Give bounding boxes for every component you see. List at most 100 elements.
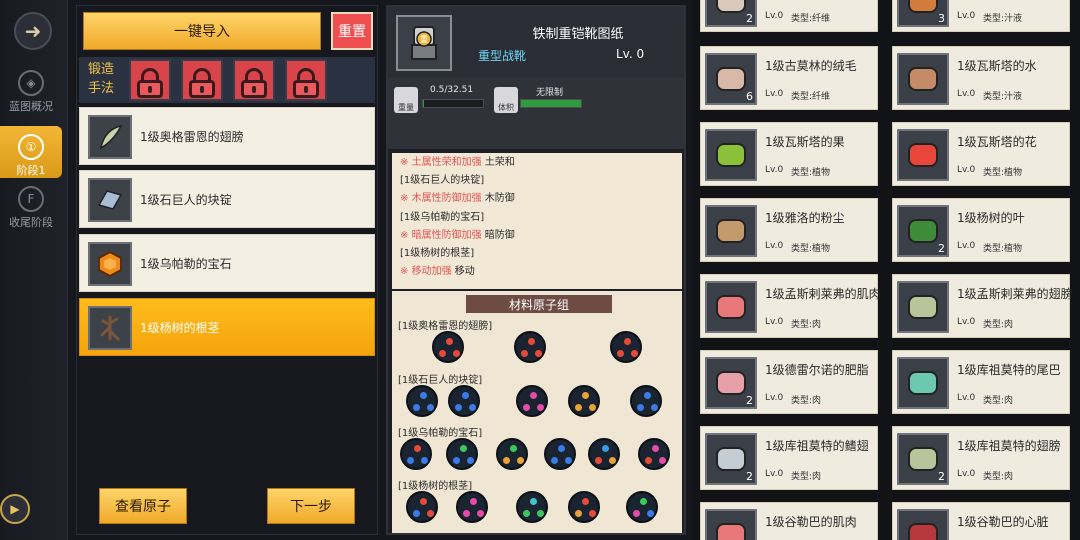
atom-icon[interactable] bbox=[496, 438, 528, 470]
atom-icon[interactable] bbox=[630, 385, 662, 417]
lock-icon[interactable] bbox=[181, 59, 223, 101]
inventory-card[interactable]: 2 1级德雷尔诺的肥脂 Lv.0 类型:肉 bbox=[700, 350, 878, 414]
inventory-card[interactable]: 2 Lv.0 类型:纤维 bbox=[700, 0, 878, 32]
inventory-grid: 2 Lv.0 类型:纤维 3 Lv.0 类型:汁液 6 1级古莫林的绒毛 Lv.0 类型:纤维 1级… bbox=[692, 0, 1080, 540]
effects-list: ※ 土属性荣和加强 土荣和 [1级石巨人的块锭] ※ 木属性防御加强 木防御 [… bbox=[392, 153, 682, 289]
inventory-card[interactable]: 2 1级库祖莫特的翅膀 Lv.0 类型:肉 bbox=[892, 426, 1070, 490]
inventory-card[interactable]: 1级孟斯剌莱弗的翅膀 Lv.0 类型:肉 bbox=[892, 274, 1073, 338]
fin-icon: 2 bbox=[705, 433, 757, 485]
atom-icon[interactable] bbox=[446, 438, 478, 470]
reset-button[interactable]: 重置 bbox=[331, 12, 373, 50]
effect-group-title: [1级杨树的根茎] bbox=[400, 248, 475, 259]
inventory-card[interactable]: 1级瓦斯塔的花 Lv.0 类型:植物 bbox=[892, 122, 1070, 186]
meat-icon bbox=[705, 281, 757, 333]
fiber-icon: 2 bbox=[705, 0, 757, 27]
atom-icon[interactable] bbox=[406, 491, 438, 523]
atom-icon[interactable] bbox=[432, 331, 464, 363]
item-level: Lv.0 bbox=[957, 89, 976, 99]
final-stage-icon: F bbox=[18, 186, 44, 212]
play-icon[interactable]: ▶ bbox=[0, 494, 30, 524]
volume-icon: 体积 bbox=[494, 87, 518, 113]
material-row[interactable]: 1级奥格雷恩的翅膀 bbox=[79, 107, 375, 165]
atom-icon[interactable] bbox=[516, 385, 548, 417]
item-name: 1级孟斯剌莱弗的翅膀 bbox=[957, 287, 1073, 301]
item-name: 1级瓦斯塔的花 bbox=[957, 135, 1037, 149]
lock-icon[interactable] bbox=[233, 59, 275, 101]
item-name: 1级古莫林的绒毛 bbox=[765, 59, 857, 73]
item-count: 2 bbox=[746, 470, 753, 483]
material-name: 1级石巨人的块锭 bbox=[140, 193, 232, 207]
material-row[interactable]: 1级乌帕勒的宝石 bbox=[79, 234, 375, 292]
weight-value: 0.5/32.51 bbox=[430, 85, 474, 95]
item-count: 2 bbox=[746, 394, 753, 407]
inventory-card[interactable]: 3 Lv.0 类型:汁液 bbox=[892, 0, 1070, 32]
atom-icon[interactable] bbox=[568, 385, 600, 417]
inventory-card[interactable]: 1级谷勒巴的心脏 bbox=[892, 502, 1070, 540]
view-atoms-button[interactable]: 查看原子 bbox=[99, 488, 187, 524]
blueprint-level: Lv. 0 bbox=[616, 47, 645, 61]
inventory-card[interactable]: 1级瓦斯塔的水 Lv.0 类型:汁液 bbox=[892, 46, 1070, 110]
atom-icon[interactable] bbox=[448, 385, 480, 417]
back-arrow-icon[interactable]: ➜ bbox=[14, 12, 52, 50]
atom-group-title: [1级乌帕勒的宝石] bbox=[398, 428, 483, 439]
nav-item-stage1[interactable]: ① 阶段1 bbox=[0, 126, 62, 178]
lock-icon[interactable] bbox=[285, 59, 327, 101]
atom-icon[interactable] bbox=[456, 491, 488, 523]
blueprint-title: 铁制重铠靴图纸 bbox=[532, 27, 624, 42]
import-button[interactable]: 一键导入 bbox=[83, 12, 321, 50]
atom-icon[interactable] bbox=[514, 331, 546, 363]
inventory-card[interactable]: 1级瓦斯塔的果 Lv.0 类型:植物 bbox=[700, 122, 878, 186]
effect-group-title: [1级乌帕勒的宝石] bbox=[400, 212, 485, 223]
atom-icon[interactable] bbox=[626, 491, 658, 523]
item-type: 类型:纤维 bbox=[791, 92, 831, 102]
lock-icon[interactable] bbox=[129, 59, 171, 101]
gem-icon bbox=[88, 242, 132, 286]
dust-icon bbox=[705, 205, 757, 257]
atom-icon[interactable] bbox=[516, 491, 548, 523]
item-level: Lv.0 bbox=[957, 469, 976, 479]
blueprint-stats: 重量 0.5/32.51 体积 无限制 bbox=[388, 77, 684, 149]
item-level: Lv.0 bbox=[957, 393, 976, 403]
atom-icon[interactable] bbox=[400, 438, 432, 470]
item-name: 1级孟斯剌莱弗的肌肉 bbox=[765, 287, 881, 301]
nav-item-label: 阶段1 bbox=[16, 164, 46, 177]
item-name: 1级库祖莫特的鳍翅 bbox=[765, 439, 869, 453]
item-count: 6 bbox=[746, 90, 753, 103]
item-name: 1级谷勒巴的肌肉 bbox=[765, 515, 857, 529]
meat-icon bbox=[705, 509, 757, 540]
inventory-card[interactable]: 1级谷勒巴的肌肉 bbox=[700, 502, 878, 540]
atom-icon[interactable] bbox=[588, 438, 620, 470]
inventory-card[interactable]: 1级库祖莫特的尾巴 Lv.0 类型:肉 bbox=[892, 350, 1070, 414]
inventory-card[interactable]: 1级孟斯剌莱弗的肌肉 Lv.0 类型:肉 bbox=[700, 274, 881, 338]
atom-icon[interactable] bbox=[568, 491, 600, 523]
nav-item-overview[interactable]: ◈ 蓝图概况 bbox=[0, 62, 62, 114]
atom-icon[interactable] bbox=[638, 438, 670, 470]
game-screen: ➜ ◈ 蓝图概况 ① 阶段1 F 收尾阶段 ▶ 一键导入 重置 锻造手法 1级奥… bbox=[0, 0, 1080, 540]
wing-icon bbox=[897, 281, 949, 333]
item-level: Lv.0 bbox=[957, 317, 976, 327]
atom-icon[interactable] bbox=[610, 331, 642, 363]
material-panel: 一键导入 重置 锻造手法 1级奥格雷恩的翅膀 1级石巨人的块锭 1级乌帕勒的宝石… bbox=[76, 5, 378, 535]
inventory-card[interactable]: 1级雅洛的粉尘 Lv.0 类型:植物 bbox=[700, 198, 878, 262]
root-icon bbox=[88, 306, 132, 350]
effect-line: ※ 移动加强 移动 bbox=[400, 266, 475, 277]
nav-item-final-stage[interactable]: F 收尾阶段 bbox=[0, 178, 62, 230]
item-count: 2 bbox=[746, 12, 753, 25]
inventory-card[interactable]: 2 1级库祖莫特的鳍翅 Lv.0 类型:肉 bbox=[700, 426, 878, 490]
item-level: Lv.0 bbox=[765, 11, 784, 21]
atom-group-title: [1级石巨人的块锭] bbox=[398, 375, 483, 386]
item-level: Lv.0 bbox=[765, 89, 784, 99]
item-name: 1级德雷尔诺的肥脂 bbox=[765, 363, 869, 377]
inventory-card[interactable]: 2 1级杨树的叶 Lv.0 类型:植物 bbox=[892, 198, 1070, 262]
item-type: 类型:植物 bbox=[983, 168, 1023, 178]
material-row-selected[interactable]: 1级杨树的根茎 bbox=[79, 298, 375, 356]
material-row[interactable]: 1级石巨人的块锭 bbox=[79, 170, 375, 228]
effect-line: ※ 土属性荣和加强 土荣和 bbox=[400, 157, 515, 168]
effect-line: ※ 木属性防御加强 木防御 bbox=[400, 193, 515, 204]
inventory-card[interactable]: 6 1级古莫林的绒毛 Lv.0 类型:纤维 bbox=[700, 46, 878, 110]
leaf-icon: 2 bbox=[897, 205, 949, 257]
atom-icon[interactable] bbox=[406, 385, 438, 417]
atom-icon[interactable] bbox=[544, 438, 576, 470]
item-count: 2 bbox=[938, 470, 945, 483]
next-step-button[interactable]: 下一步 bbox=[267, 488, 355, 524]
